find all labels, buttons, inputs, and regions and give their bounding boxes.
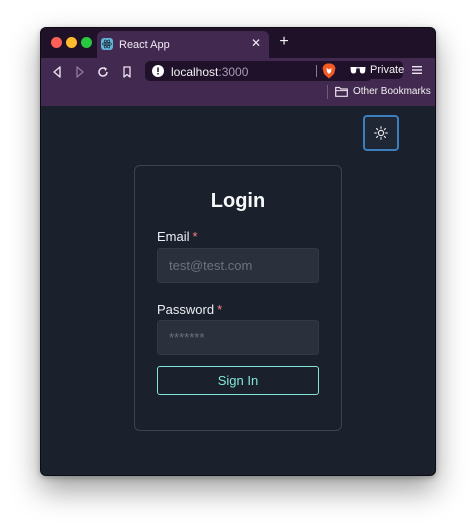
tab-close-icon[interactable]: ✕ [249,36,263,50]
email-label: Email * [157,229,198,244]
zoom-window-button[interactable] [81,37,92,48]
password-required-marker: * [217,302,223,317]
sun-icon [374,126,388,140]
private-label: Private [370,64,405,76]
browser-toolbar: localhost:3000 Private Other Bookmarks [41,58,435,106]
reload-button[interactable] [95,64,111,80]
forward-button[interactable] [72,64,88,80]
minimize-window-button[interactable] [66,37,77,48]
private-window-badge[interactable]: Private [347,61,405,79]
hamburger-menu-icon[interactable] [411,64,423,76]
folder-icon [335,86,348,97]
browser-window: React App ✕ + localhost:3000 Private Oth… [40,27,436,476]
login-card: Login Email* Password* Sign In [134,165,342,431]
tab-title: React App [119,39,170,51]
bookmarks-separator [327,85,328,99]
login-title: Login [210,190,266,212]
password-label-text: Password [157,302,215,317]
close-window-button[interactable] [51,37,62,48]
brave-shields-icon[interactable] [322,63,336,79]
new-tab-button[interactable]: + [276,34,292,50]
url-port: :3000 [218,65,249,79]
react-logo-icon [101,38,113,50]
bookmark-icon [123,66,131,78]
theme-toggle-button[interactable] [363,115,399,151]
private-glasses-icon [350,67,366,74]
back-arrow-icon [53,66,61,78]
url-divider [316,65,317,77]
email-required-marker: * [192,229,198,244]
email-input[interactable] [157,248,319,283]
email-label-text: Email [157,229,190,244]
other-bookmarks-label: Other Bookmarks [353,86,431,97]
tab-react-app[interactable]: React App ✕ [97,31,269,58]
site-info-icon[interactable] [152,65,164,77]
tab-bar: React App ✕ + [41,28,435,58]
back-button[interactable] [49,64,65,80]
forward-arrow-icon [76,66,84,78]
password-input[interactable] [157,320,319,355]
url-text: localhost:3000 [171,65,248,79]
bookmark-button[interactable] [119,64,135,80]
url-host: localhost [171,65,219,79]
page-content: Login Email* Password* Sign In [41,106,435,475]
reload-icon [98,67,108,77]
password-label: Password * [157,302,222,317]
sign-in-button[interactable]: Sign In [157,366,319,395]
address-bar[interactable]: localhost:3000 [145,61,372,81]
